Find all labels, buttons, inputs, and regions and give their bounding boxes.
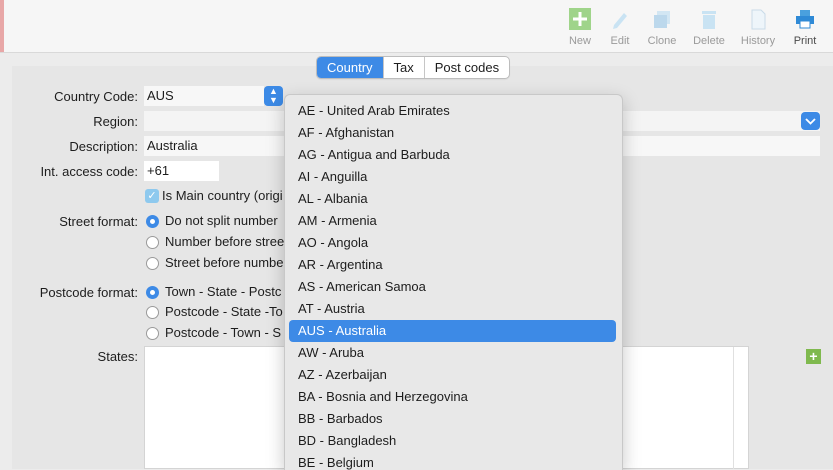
clone-icon — [651, 8, 673, 30]
street-option-label: Street before numbe — [165, 255, 284, 270]
chevron-down-icon[interactable] — [801, 112, 820, 130]
clone-button[interactable]: Clone — [640, 8, 684, 47]
new-icon — [569, 8, 591, 30]
country-code-select[interactable]: AUS — [144, 86, 264, 106]
states-column-divider — [733, 347, 734, 469]
delete-button[interactable]: Delete — [687, 8, 731, 47]
menu-item[interactable]: AS - American Samoa — [289, 276, 616, 298]
window-edge — [0, 0, 4, 52]
menu-item[interactable]: BA - Bosnia and Herzegovina — [289, 386, 616, 408]
new-button[interactable]: New — [558, 8, 602, 47]
menu-item[interactable]: BE - Belgium — [289, 452, 616, 470]
menu-item[interactable]: AE - United Arab Emirates — [289, 100, 616, 122]
menu-item[interactable]: AI - Anguilla — [289, 166, 616, 188]
pencil-icon — [609, 8, 631, 30]
main-country-label: Is Main country (origi — [162, 188, 283, 203]
description-label: Description: — [69, 139, 138, 154]
menu-item[interactable]: AT - Austria — [289, 298, 616, 320]
history-label: History — [740, 35, 776, 47]
postcode-format-label: Postcode format: — [39, 285, 138, 300]
tab-country[interactable]: Country — [317, 57, 383, 78]
menu-item[interactable]: AL - Albania — [289, 188, 616, 210]
new-label: New — [568, 35, 591, 47]
street-format-radio-2[interactable] — [146, 236, 159, 249]
tab-bar: Country Tax Post codes — [316, 56, 511, 79]
menu-item[interactable]: AG - Antigua and Barbuda — [289, 144, 616, 166]
menu-item-selected[interactable]: AUS - Australia — [289, 320, 616, 342]
menu-item[interactable]: BD - Bangladesh — [289, 430, 616, 452]
postcode-format-radio-2[interactable] — [146, 306, 159, 319]
clone-label: Clone — [647, 35, 677, 47]
postcode-option-label: Town - State - Postc — [165, 284, 282, 299]
menu-item[interactable]: BB - Barbados — [289, 408, 616, 430]
menu-item[interactable]: AR - Argentina — [289, 254, 616, 276]
print-button[interactable]: Print — [783, 8, 827, 47]
street-format-label: Street format: — [59, 214, 138, 229]
postcode-option-label: Postcode - State -To — [165, 304, 283, 319]
menu-item[interactable]: AW - Aruba — [289, 342, 616, 364]
history-button[interactable]: History — [736, 8, 780, 47]
states-label: States: — [97, 349, 138, 364]
region-label: Region: — [93, 114, 138, 129]
edit-label: Edit — [610, 35, 630, 47]
street-option-label: Number before stree — [165, 234, 285, 249]
printer-icon — [794, 8, 816, 30]
postcode-option-label: Postcode - Town - S — [165, 325, 282, 340]
toolbar: New Edit Clone Delete History Print — [0, 0, 833, 53]
menu-item[interactable]: AO - Angola — [289, 232, 616, 254]
street-option-label: Do not split number — [165, 213, 278, 228]
select-stepper-icon[interactable]: ▲ ▼ — [264, 86, 283, 106]
street-format-radio-1[interactable] — [146, 215, 159, 228]
menu-item[interactable]: AF - Afghanistan — [289, 122, 616, 144]
add-state-button[interactable]: + — [806, 349, 821, 364]
delete-label: Delete — [693, 35, 725, 47]
print-label: Print — [793, 35, 817, 47]
document-icon — [747, 8, 769, 30]
trash-icon — [698, 8, 720, 30]
edit-button[interactable]: Edit — [598, 8, 642, 47]
menu-item[interactable]: AZ - Azerbaijan — [289, 364, 616, 386]
tab-tax[interactable]: Tax — [382, 57, 424, 78]
country-code-dropdown: AE - United Arab Emirates AF - Afghanist… — [284, 94, 623, 470]
street-format-radio-3[interactable] — [146, 257, 159, 270]
int-access-code-field[interactable]: +61 — [144, 161, 219, 181]
tab-post-codes[interactable]: Post codes — [423, 57, 509, 78]
int-access-code-label: Int. access code: — [40, 164, 138, 179]
menu-item[interactable]: AM - Armenia — [289, 210, 616, 232]
main-country-checkbox[interactable]: ✓ — [145, 189, 159, 203]
country-code-label: Country Code: — [54, 89, 138, 104]
postcode-format-radio-1[interactable] — [146, 286, 159, 299]
postcode-format-radio-3[interactable] — [146, 327, 159, 340]
